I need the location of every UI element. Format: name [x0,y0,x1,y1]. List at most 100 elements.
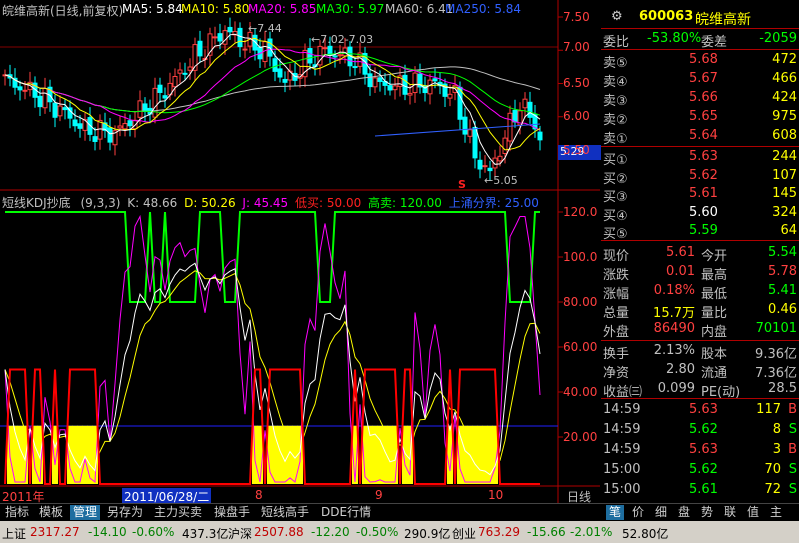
candle-body [72,119,78,127]
candle-body [197,40,203,57]
sell-signal-mark: S [458,178,466,191]
candle-body [377,77,383,82]
candle-body [57,105,63,117]
buy-level-row[interactable]: 买③ 5.61 145 [601,185,799,205]
candle-body [272,58,278,72]
candle-body [277,68,283,78]
tab-1[interactable]: 模板 [36,505,66,520]
tick-row: 14:59 5.63 117 B [603,402,797,417]
ma-label: MA10: 5.80 [181,2,250,16]
candle-body [467,129,473,137]
tab-4[interactable]: 主力买卖 [151,505,205,520]
candle-body [332,55,338,58]
right-tab-1[interactable]: 价 [629,505,647,520]
finance-stat-row: 换手 2.13% 股本 9.36亿 [603,343,797,362]
candle-body [92,136,98,142]
candle-body [162,95,168,99]
tab-0[interactable]: 指标 [2,505,32,520]
tab-5[interactable]: 操盘手 [211,505,253,520]
right-tab-2[interactable]: 细 [652,505,670,520]
price-axis-label: 5.50 [563,143,590,157]
price-axis-label: 6.50 [563,76,590,90]
candle-body [482,165,488,168]
kdj-axis-label: 100.0 [563,250,598,264]
candle-body [282,78,288,83]
sell-level-row[interactable]: 卖① 5.64 608 [601,127,799,147]
quote-stat-row: 总量 15.7万 量比 0.46 [603,302,797,321]
candle-body [412,72,418,94]
candle-body [502,137,508,154]
tab-7[interactable]: DDE行情 [318,505,374,520]
candle-body [182,72,188,75]
candle-body [337,54,343,57]
right-tab-0[interactable]: 笔 [606,505,625,520]
candle-body [477,159,483,170]
candle-body [152,87,158,118]
candle-body [527,101,533,118]
price-axis-label: 6.00 [563,109,590,123]
finance-stat-row: 收益㈢ 0.099 PE(动) 28.5 [603,381,797,400]
kdj-axis-label: 80.00 [563,295,598,309]
stock-code-row: ⚙ 600063 皖维高新 [601,8,799,28]
stock-code: 600063 [639,9,694,24]
sell-level-row[interactable]: 卖⑤ 5.68 472 [601,51,799,71]
candle-body [37,95,43,108]
candle-body [122,123,128,130]
kdj-axis-label: 120.0 [563,205,598,219]
candle-body [462,116,468,135]
right-tab-3[interactable]: 盘 [675,505,693,520]
kline-chart-area[interactable] [0,0,600,503]
buy-level-row[interactable]: 买④ 5.60 324 [601,204,799,224]
ma-label: MA20: 5.85 [248,2,317,16]
ma-label: MA250: 5.84 [445,2,522,16]
candle-body [242,48,248,51]
status-bar: 上证 2317.27 -14.10 -0.60% 437.3亿 沪深 2507.… [0,521,799,543]
candle-body [522,98,528,109]
candle-body [137,100,143,118]
stock-name: 皖维高新 [695,12,751,28]
month-9: 9 [375,488,383,502]
high2-annotation: ←7.02-7.03 [311,33,374,46]
sell-level-row[interactable]: 卖③ 5.66 424 [601,89,799,109]
kdj-axis-label: 20.00 [563,430,598,444]
gear-icon[interactable]: ⚙ [611,9,623,24]
candle-body [17,86,23,91]
right-tab-6[interactable]: 值 [744,505,762,520]
candle-body [62,107,68,111]
candle-body [352,66,358,69]
candle-body [217,33,223,42]
candle-body [367,73,373,88]
bottom-tab-bar: 指标 模板 管理 另存为 主力买卖 操盘手 短线高手 DDE行情 笔价细盘势联值主 [0,503,799,521]
buy-level-row[interactable]: 买② 5.62 107 [601,167,799,187]
candle-body [407,92,413,96]
finance-stat-row: 净资 2.80 流通 7.36亿 [603,362,797,381]
candle-body [387,85,393,91]
sell-level-row[interactable]: 卖② 5.65 975 [601,108,799,128]
right-tab-5[interactable]: 联 [721,505,739,520]
candle-body [402,74,408,95]
buy-level-row[interactable]: 买⑤ 5.59 64 [601,222,799,242]
candle-body [447,93,453,99]
right-tab-7[interactable]: 主 [767,505,785,520]
candle-body [157,84,163,93]
candle-body [77,123,83,129]
tick-row: 15:00 5.62 70 S [603,462,797,477]
quote-panel: ⚙ 600063 皖维高新 委比 -53.80% 委差 -2059 卖⑤ 5.6… [601,0,799,502]
price-axis-label: 7.00 [563,40,590,54]
tab-2[interactable]: 管理 [70,505,101,520]
tab-3[interactable]: 另存为 [104,505,146,520]
candle-body [472,126,478,159]
ma-label: MA60: 6.41 [385,2,454,16]
candle-body [457,86,463,120]
buy-level-row[interactable]: 买① 5.63 244 [601,148,799,168]
candle-body [132,119,138,130]
right-tab-4[interactable]: 势 [698,505,716,520]
kdj-axis-label: 40.00 [563,385,598,399]
sell-level-row[interactable]: 卖④ 5.67 466 [601,70,799,90]
candle-body [142,103,148,113]
candle-body [537,131,543,141]
candle-body [237,27,243,48]
tab-6[interactable]: 短线高手 [258,505,312,520]
high-annotation: ←7.44 [248,22,282,35]
candle-body [432,78,438,82]
